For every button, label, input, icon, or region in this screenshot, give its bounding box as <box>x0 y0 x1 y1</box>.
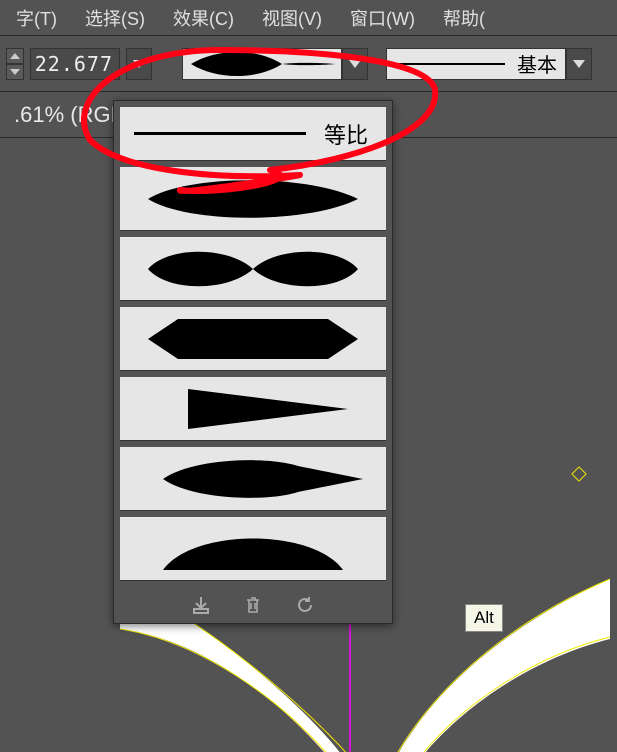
profile-shape-4 <box>138 384 368 434</box>
value-dropdown-arrow[interactable] <box>126 48 152 80</box>
profile-option-4[interactable] <box>120 377 386 441</box>
profile-shape-6 <box>138 524 368 574</box>
dropdown-footer <box>114 587 392 623</box>
width-profile-select[interactable] <box>182 48 368 80</box>
profile-option-6[interactable] <box>120 517 386 581</box>
menu-item-select[interactable]: 选择(S) <box>73 1 157 35</box>
profile-shape-3 <box>138 314 368 364</box>
profile-option-1[interactable] <box>120 167 386 231</box>
width-profile-dropdown-arrow[interactable] <box>342 48 368 80</box>
profile-option-uniform[interactable]: 等比 <box>120 107 386 161</box>
brush-basic-line <box>395 63 505 65</box>
profile-option-2[interactable] <box>120 237 386 301</box>
menu-item-effect[interactable]: 效果(C) <box>161 1 246 35</box>
value-stepper[interactable] <box>6 48 24 80</box>
menu-item-view[interactable]: 视图(V) <box>250 1 334 35</box>
width-profile-swatch[interactable] <box>182 48 342 80</box>
width-profile-dropdown: 等比 <box>113 100 393 624</box>
trash-icon[interactable] <box>240 592 266 618</box>
profile-uniform-label: 等比 <box>324 118 368 150</box>
menu-item-text[interactable]: 字(T) <box>4 1 69 35</box>
brush-select[interactable]: 基本 <box>386 48 592 80</box>
stepper-up-icon[interactable] <box>6 48 24 64</box>
menu-item-window[interactable]: 窗口(W) <box>338 1 427 35</box>
brush-swatch-basic[interactable]: 基本 <box>386 48 566 80</box>
stepper-down-icon[interactable] <box>6 64 24 80</box>
control-bar: 22.677 基本 <box>0 36 617 92</box>
reset-icon[interactable] <box>292 592 318 618</box>
value-input[interactable]: 22.677 <box>30 48 120 80</box>
brush-basic-label: 基本 <box>517 49 557 78</box>
profile-shape-2 <box>138 244 368 294</box>
save-profile-icon[interactable] <box>188 592 214 618</box>
menu-item-help[interactable]: 帮助( <box>431 1 497 35</box>
alt-key-tooltip: Alt <box>465 604 503 632</box>
brush-dropdown-arrow[interactable] <box>566 48 592 80</box>
menu-bar: 字(T) 选择(S) 效果(C) 视图(V) 窗口(W) 帮助( <box>0 0 617 36</box>
profile-shape-1 <box>138 174 368 224</box>
profile-uniform-shape <box>134 132 306 135</box>
profile-option-3[interactable] <box>120 307 386 371</box>
profile-option-5[interactable] <box>120 447 386 511</box>
profile-shape-5 <box>138 454 368 504</box>
